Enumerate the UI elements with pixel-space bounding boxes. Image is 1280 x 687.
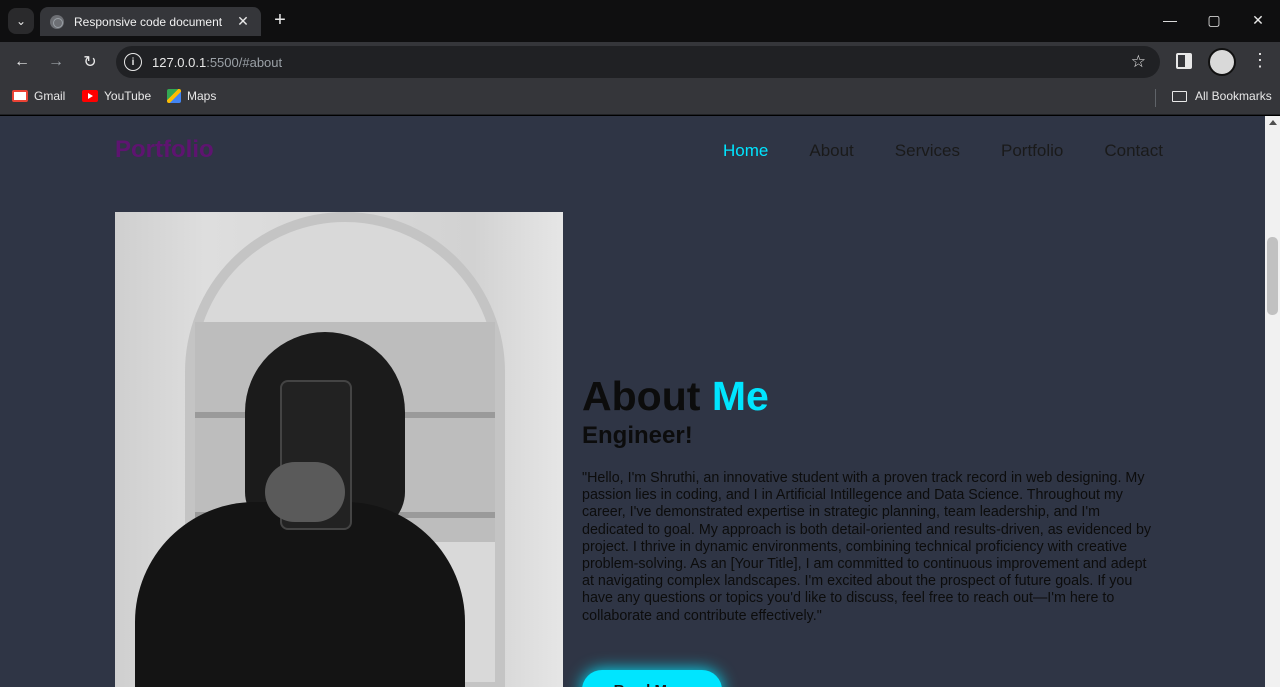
photo-hand bbox=[265, 462, 345, 522]
browser-tab[interactable]: Responsive code document ✕ bbox=[40, 7, 261, 36]
bookmark-star-icon[interactable]: ☆ bbox=[1131, 52, 1146, 72]
profile-photo bbox=[115, 212, 563, 687]
all-bookmarks-button[interactable]: All Bookmarks bbox=[1172, 89, 1272, 103]
bookmarks-bar: Gmail YouTube Maps All Bookmarks bbox=[0, 82, 1280, 115]
close-window-button[interactable]: ✕ bbox=[1236, 0, 1280, 40]
scroll-up-arrow-icon[interactable] bbox=[1269, 120, 1277, 125]
site-logo[interactable]: Portfolio bbox=[115, 136, 214, 164]
nav-contact[interactable]: Contact bbox=[1104, 141, 1163, 161]
youtube-icon bbox=[82, 90, 98, 102]
tab-search-button[interactable]: ⌄ bbox=[8, 8, 34, 34]
read-more-button[interactable]: Read More bbox=[582, 670, 722, 687]
nav-about[interactable]: About bbox=[809, 141, 853, 161]
page-scrollbar[interactable] bbox=[1265, 116, 1280, 687]
bookmark-youtube[interactable]: YouTube bbox=[82, 89, 151, 103]
url-text[interactable]: 127.0.0.1:5500/#about bbox=[152, 55, 282, 70]
bookmark-maps[interactable]: Maps bbox=[167, 89, 216, 103]
about-heading: About Me bbox=[582, 373, 769, 419]
side-panel-icon[interactable] bbox=[1176, 53, 1192, 69]
bookmarks-divider bbox=[1155, 89, 1156, 107]
minimize-button[interactable]: — bbox=[1148, 0, 1192, 40]
about-paragraph: "Hello, I'm Shruthi, an innovative stude… bbox=[582, 470, 1152, 624]
chevron-down-icon: ⌄ bbox=[15, 14, 27, 28]
scroll-thumb[interactable] bbox=[1267, 237, 1278, 315]
gmail-icon bbox=[12, 90, 28, 102]
nav-home[interactable]: Home bbox=[723, 141, 768, 161]
forward-arrow-icon[interactable]: → bbox=[44, 50, 68, 74]
page-viewport: Portfolio Home About Services Portfolio … bbox=[0, 116, 1265, 687]
tab-strip: ⌄ Responsive code document ✕ + — ▢ ✕ bbox=[0, 0, 1280, 42]
info-icon[interactable]: i bbox=[124, 53, 142, 71]
about-subtitle: Engineer! bbox=[582, 422, 693, 449]
reload-icon[interactable]: ↻ bbox=[78, 50, 102, 74]
browser-toolbar: ← → ↻ i 127.0.0.1:5500/#about ☆ ⋮ bbox=[0, 42, 1280, 82]
tab-title: Responsive code document bbox=[74, 14, 223, 29]
maps-icon bbox=[167, 89, 181, 103]
maximize-button[interactable]: ▢ bbox=[1192, 0, 1236, 40]
folder-icon bbox=[1172, 90, 1187, 102]
globe-icon bbox=[50, 14, 64, 29]
bookmark-gmail[interactable]: Gmail bbox=[12, 89, 65, 103]
site-nav: Home About Services Portfolio Contact bbox=[723, 141, 1204, 161]
profile-avatar[interactable] bbox=[1208, 48, 1236, 76]
new-tab-button[interactable]: + bbox=[268, 9, 292, 33]
nav-services[interactable]: Services bbox=[895, 141, 960, 161]
window-controls: — ▢ ✕ bbox=[1148, 0, 1280, 40]
more-menu-icon[interactable]: ⋮ bbox=[1250, 50, 1270, 71]
close-icon[interactable]: ✕ bbox=[235, 13, 251, 30]
back-arrow-icon[interactable]: ← bbox=[10, 50, 34, 74]
address-bar[interactable]: i 127.0.0.1:5500/#about ☆ bbox=[116, 46, 1160, 78]
nav-portfolio[interactable]: Portfolio bbox=[1001, 141, 1063, 161]
